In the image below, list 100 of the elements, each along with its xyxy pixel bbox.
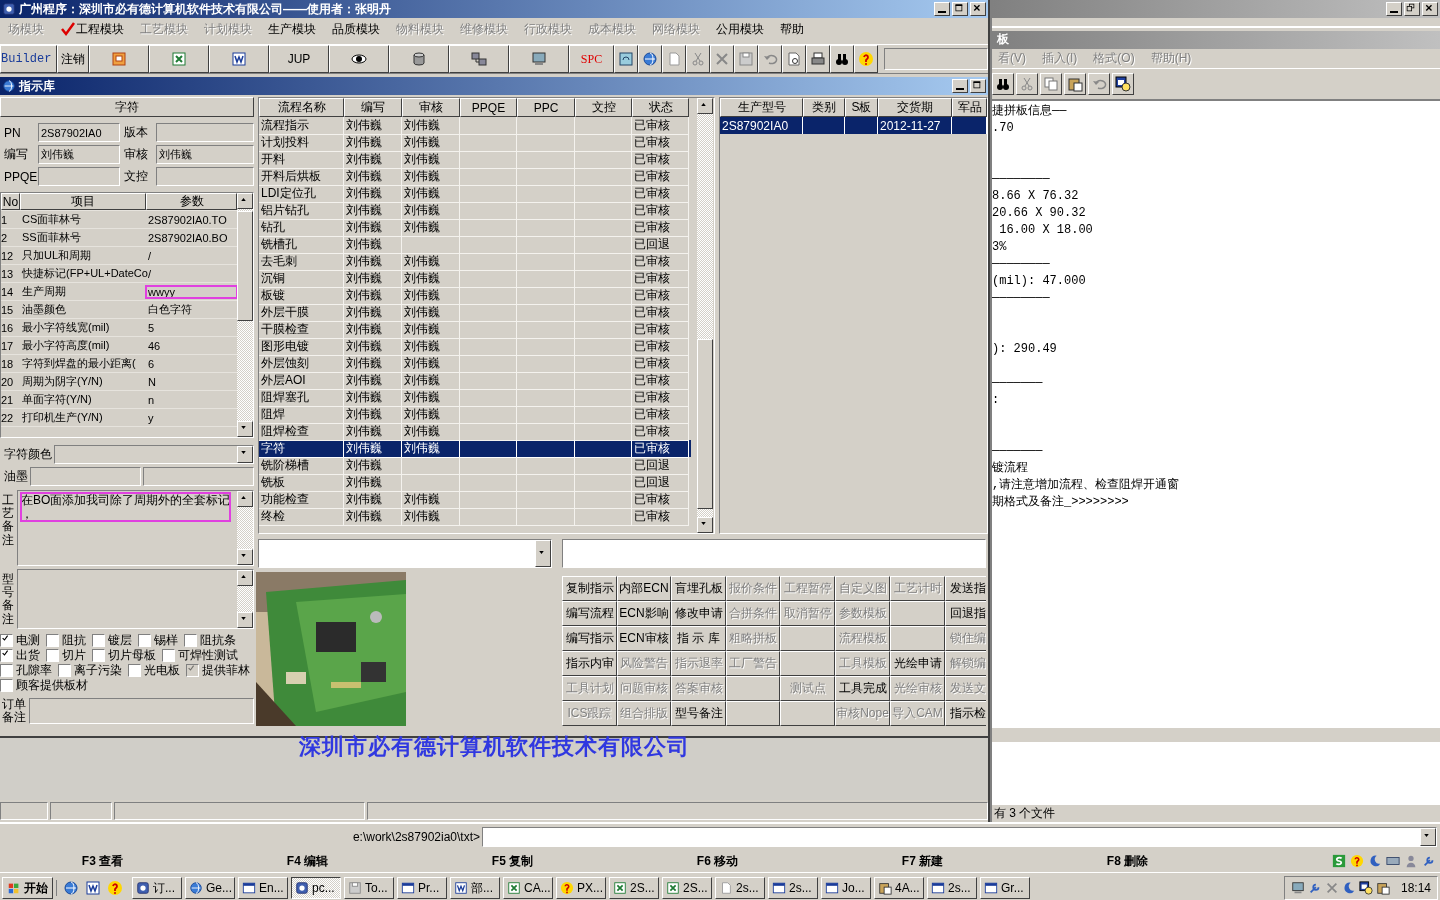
checkbox[interactable]: 顾客提供板材 [0,676,88,694]
table-row[interactable]: 铣阶梯槽 刘伟巍 已回退 [259,457,691,474]
blank-button[interactable] [780,626,835,651]
menu-item[interactable]: 生产模块 [260,20,324,38]
toolbar-button[interactable] [449,45,509,73]
action-button[interactable]: 型号备注 [671,701,726,726]
maximize-button[interactable] [952,2,968,16]
dropdown[interactable] [54,444,254,464]
action-button[interactable]: 回退指 [945,601,986,626]
table-row[interactable]: 开料 刘伟巍 刘伟巍 已审核 [259,151,691,168]
toolbar-button[interactable] [209,45,269,73]
action-button[interactable]: 光绘申请 [890,651,945,676]
toolbar-button[interactable] [329,45,389,73]
column-header[interactable]: 参数 [146,193,237,210]
input-field[interactable] [30,466,141,486]
input-field[interactable]: 2S87902IA0 [38,123,120,142]
text-area[interactable]: 在BO面添加我司除了周期外的全套标记 ， [17,490,254,566]
taskbar-button[interactable]: Pr... [397,877,447,899]
input-field[interactable] [156,123,254,142]
taskbar-button[interactable]: 2s... [927,877,977,899]
toolbar-button[interactable] [1088,73,1110,96]
checkbox[interactable]: 切片母板 [92,646,156,664]
toolbar-button[interactable]: JUP [269,45,329,73]
action-button[interactable]: 指示检 [945,701,986,726]
column-header[interactable]: 生产型号 [720,98,803,117]
action-button[interactable]: 工具完成 [835,676,890,701]
blank-button[interactable] [726,701,780,726]
column-header[interactable]: 军品 [952,98,987,117]
table-row[interactable]: 开料后烘板 刘伟巍 刘伟巍 已审核 [259,168,691,185]
checkbox[interactable]: 阻抗条 [184,631,236,649]
close-button[interactable] [970,2,986,16]
taskbar-button[interactable]: 2S... [609,877,659,899]
taskbar-button[interactable]: PX... [556,877,606,899]
input-field[interactable] [562,539,986,568]
checkbox[interactable]: 孔隙率 [0,661,52,679]
toolbar-button[interactable] [89,45,149,73]
minimize-button[interactable] [934,2,950,16]
taskbar-button[interactable]: 2s... [715,877,765,899]
action-button[interactable]: 修改申请 [671,601,726,626]
taskbar-button[interactable]: 部... [450,877,500,899]
blank-button[interactable] [780,651,835,676]
taskbar-button[interactable]: 2s... [768,877,818,899]
action-button[interactable]: 内部ECN [617,576,671,601]
input-field[interactable] [156,167,254,186]
toolbar-button[interactable] [758,45,782,73]
column-header[interactable]: 流程名称 [259,98,344,117]
input-field[interactable] [482,827,1437,847]
table-row[interactable]: 板镀 刘伟巍 刘伟巍 已审核 [259,287,691,304]
column-header[interactable]: S板 [845,98,878,117]
table-row[interactable]: 铝片钻孔 刘伟巍 刘伟巍 已审核 [259,202,691,219]
blank-button[interactable] [780,701,835,726]
input-field[interactable] [143,466,254,486]
action-button[interactable]: 盲埋孔板 [671,576,726,601]
checkbox[interactable]: 出货 [0,646,40,664]
toolbar-button[interactable] [149,45,209,73]
taskbar-button[interactable]: Gr... [980,877,1030,899]
checkbox[interactable]: 阻抗 [46,631,86,649]
toolbar-button[interactable] [686,45,710,73]
taskbar-button[interactable]: En... [238,877,288,899]
scrollbar[interactable] [237,570,253,628]
toolbar-button[interactable] [734,45,758,73]
table-row[interactable]: 阻焊塞孔 刘伟巍 刘伟巍 已审核 [259,389,691,406]
taskbar-button[interactable]: 4A... [874,877,924,899]
table-row[interactable]: 铣槽孔 刘伟巍 已回退 [259,236,691,253]
menu-item[interactable]: 公用模块 [708,20,772,38]
scrollbar[interactable] [237,193,253,437]
action-button[interactable]: 编写指示 [562,626,617,651]
scrollbar[interactable] [237,491,253,565]
checkbox[interactable]: 电测 [0,631,40,649]
taskbar-button[interactable]: 订... [132,877,182,899]
taskbar-button[interactable]: To... [344,877,394,899]
text-area[interactable]: 捷拼板信息—— .70 ———————— 8.66 X 76.32 20.66 X 90.32 16.00 X 18.00 3% ———————— (mil): 47.000 ———————— ): 290.49 ——————— : ——————— 镀流程 ,请注意增加流程、检查阻焊开通窗 期格式及备注_>>>>>>>> [992,100,1440,728]
toolbar-button[interactable] [854,45,878,73]
column-header[interactable]: 项目 [20,193,146,210]
action-button[interactable]: 指 示 库 [671,626,726,651]
toolbar-button[interactable] [1064,73,1086,96]
text-area[interactable] [17,569,254,629]
dropdown-button[interactable] [237,445,253,463]
table-row[interactable]: 铣板 刘伟巍 已回退 [259,474,691,491]
column-header[interactable]: PPQE [460,98,517,117]
action-button[interactable]: 发送指 [945,576,986,601]
dropdown-button[interactable] [535,540,551,567]
column-header[interactable]: 交货期 [878,98,952,117]
table-row[interactable]: 流程指示 刘伟巍 刘伟巍 已审核 [259,117,691,134]
column-header[interactable]: 类别 [803,98,845,117]
toolbar-button[interactable] [1112,73,1134,96]
toolbar-button[interactable] [830,45,854,73]
checkbox[interactable]: 光电板 [128,661,180,679]
column-header[interactable]: 状态 [632,98,689,117]
toolbar-button[interactable]: Builder [0,45,57,73]
toolbar-button[interactable] [389,45,449,73]
toolbar-button[interactable] [614,45,638,73]
table-row[interactable]: 外层AOI 刘伟巍 刘伟巍 已审核 [259,372,691,389]
column-header[interactable]: 文控 [575,98,632,117]
checkbox[interactable]: 锡样 [138,631,178,649]
action-button[interactable]: ECN影响 [617,601,671,626]
action-button[interactable]: 编写流程 [562,601,617,626]
table-row[interactable]: 去毛刺 刘伟巍 刘伟巍 已审核 [259,253,691,270]
maximize-button[interactable] [970,79,986,93]
table-row[interactable]: LDI定位孔 刘伟巍 刘伟巍 已审核 [259,185,691,202]
